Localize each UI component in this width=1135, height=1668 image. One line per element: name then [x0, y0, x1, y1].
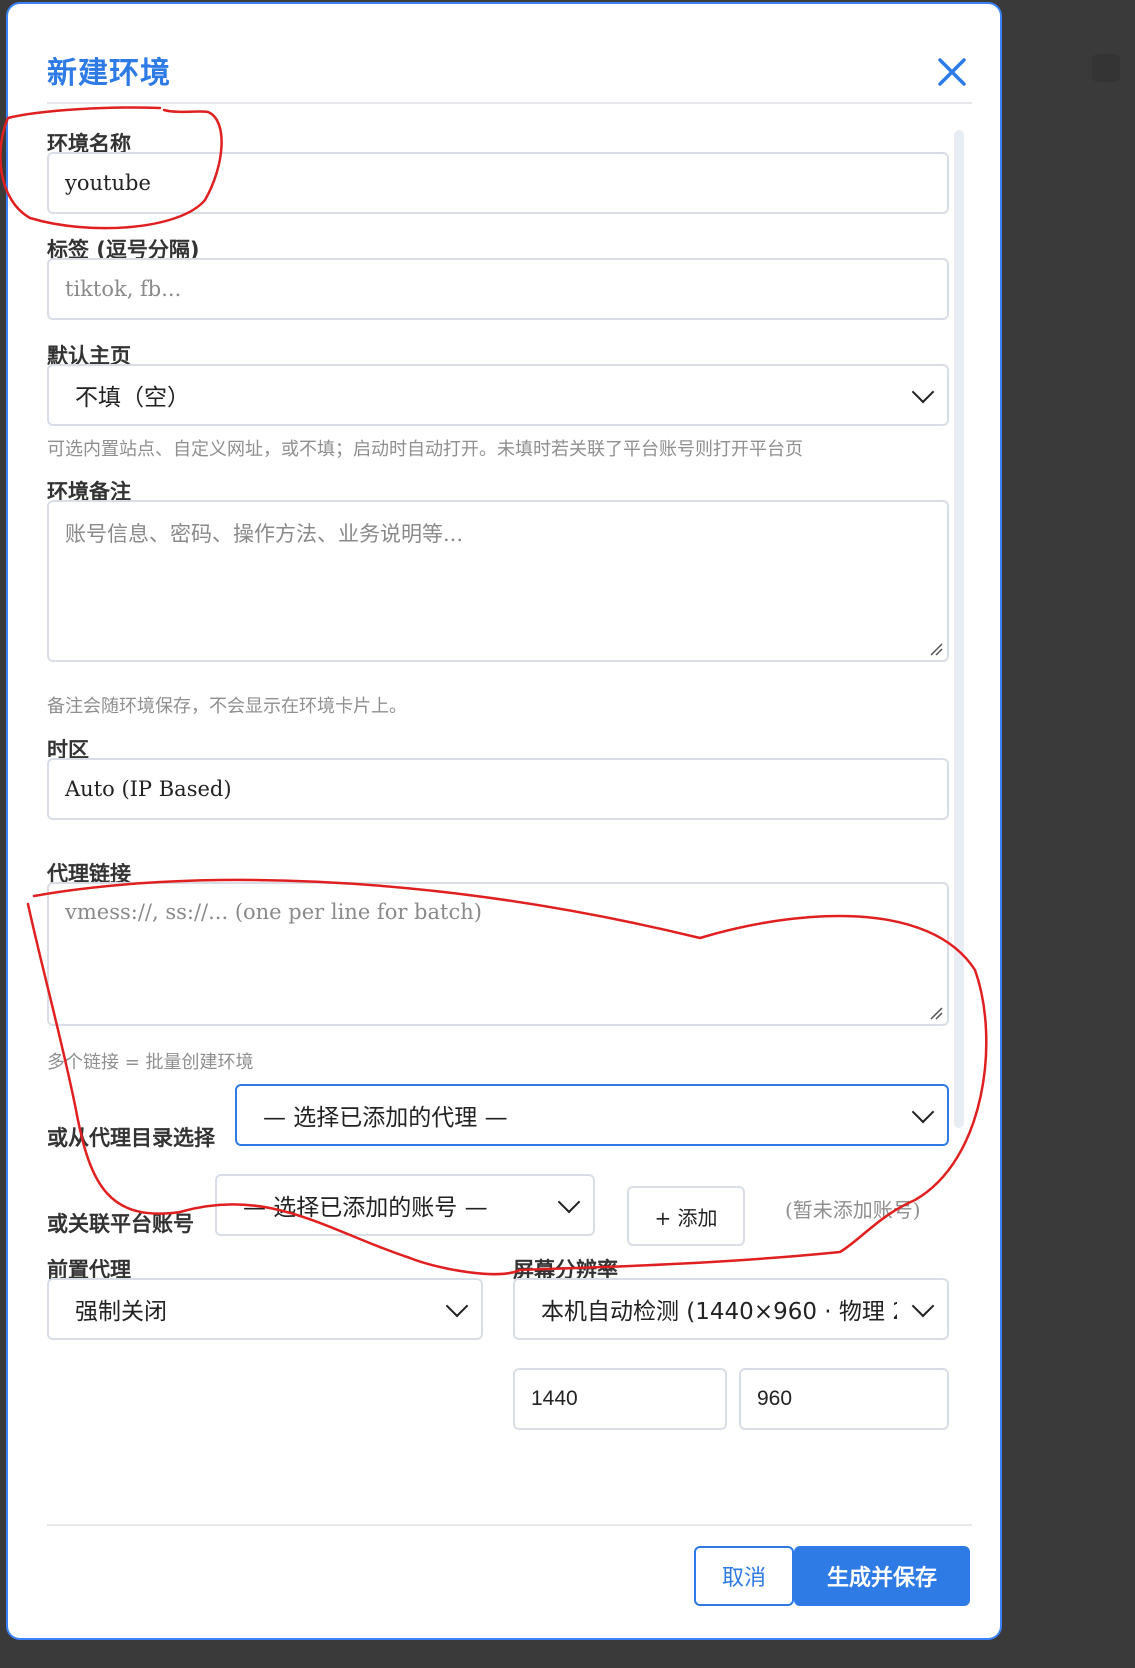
close-icon[interactable] — [934, 54, 970, 90]
chevron-down-icon — [557, 1190, 581, 1214]
resolution-select[interactable]: 本机自动检测 (1440×960 · 物理 2880×1920) — [513, 1278, 949, 1340]
background-app-icon — [1092, 54, 1120, 82]
homepage-select[interactable]: 不填（空） — [47, 364, 949, 426]
platform-account-selected-value: — 选择已添加的账号 — — [243, 1195, 488, 1221]
proxy-link-hint: 多个链接 = 批量创建环境 — [47, 1052, 254, 1073]
note-textarea[interactable]: 账号信息、密码、操作方法、业务说明等... — [47, 500, 949, 662]
note-placeholder: 账号信息、密码、操作方法、业务说明等... — [65, 522, 464, 546]
homepage-selected-value: 不填（空） — [75, 385, 190, 411]
chevron-down-icon — [911, 1100, 935, 1124]
resolution-height-input[interactable]: 960 — [739, 1368, 949, 1430]
platform-account-select[interactable]: — 选择已添加的账号 — — [215, 1174, 595, 1236]
proxy-catalog-label: 或从代理目录选择 — [47, 1126, 215, 1150]
platform-account-label: 或关联平台账号 — [47, 1212, 194, 1236]
generate-and-save-button[interactable]: 生成并保存 — [794, 1546, 970, 1606]
new-environment-dialog: 新建环境 环境名称 youtube 标签 (逗号分隔) tiktok, fb..… — [6, 2, 1002, 1640]
chevron-down-icon — [445, 1294, 469, 1318]
chevron-down-icon — [911, 1294, 935, 1318]
dialog-title: 新建环境 — [47, 56, 171, 91]
proxy-link-placeholder: vmess://, ss://... (one per line for bat… — [65, 900, 482, 924]
proxy-link-textarea[interactable]: vmess://, ss://... (one per line for bat… — [47, 882, 949, 1026]
pre-proxy-select[interactable]: 强制关闭 — [47, 1278, 483, 1340]
cancel-button[interactable]: 取消 — [694, 1546, 794, 1606]
note-hint: 备注会随环境保存，不会显示在环境卡片上。 — [47, 696, 407, 717]
tags-input[interactable]: tiktok, fb... — [47, 258, 949, 320]
dialog-body: 环境名称 youtube 标签 (逗号分隔) tiktok, fb... 默认主… — [47, 122, 972, 1489]
resize-grip-icon[interactable] — [929, 642, 943, 656]
header-divider — [47, 102, 972, 104]
footer-divider — [47, 1524, 972, 1526]
pre-proxy-selected-value: 强制关闭 — [75, 1299, 167, 1325]
chevron-down-icon — [911, 380, 935, 404]
proxy-catalog-select[interactable]: — 选择已添加的代理 — — [235, 1084, 949, 1146]
resize-grip-icon[interactable] — [929, 1006, 943, 1020]
homepage-hint: 可选内置站点、自定义网址，或不填；启动时自动打开。未填时若关联了平台账号则打开平… — [47, 439, 803, 460]
env-name-input[interactable]: youtube — [47, 152, 949, 214]
resolution-selected-value: 本机自动检测 (1440×960 · 物理 2880×1920) — [541, 1299, 897, 1325]
scrollbar[interactable] — [954, 130, 964, 1128]
timezone-input[interactable]: Auto (IP Based) — [47, 758, 949, 820]
no-accounts-text: (暂未添加账号) — [785, 1198, 921, 1222]
proxy-catalog-selected-value: — 选择已添加的代理 — — [263, 1105, 508, 1131]
add-account-button[interactable]: + 添加 — [627, 1186, 745, 1246]
resolution-width-input[interactable]: 1440 — [513, 1368, 727, 1430]
